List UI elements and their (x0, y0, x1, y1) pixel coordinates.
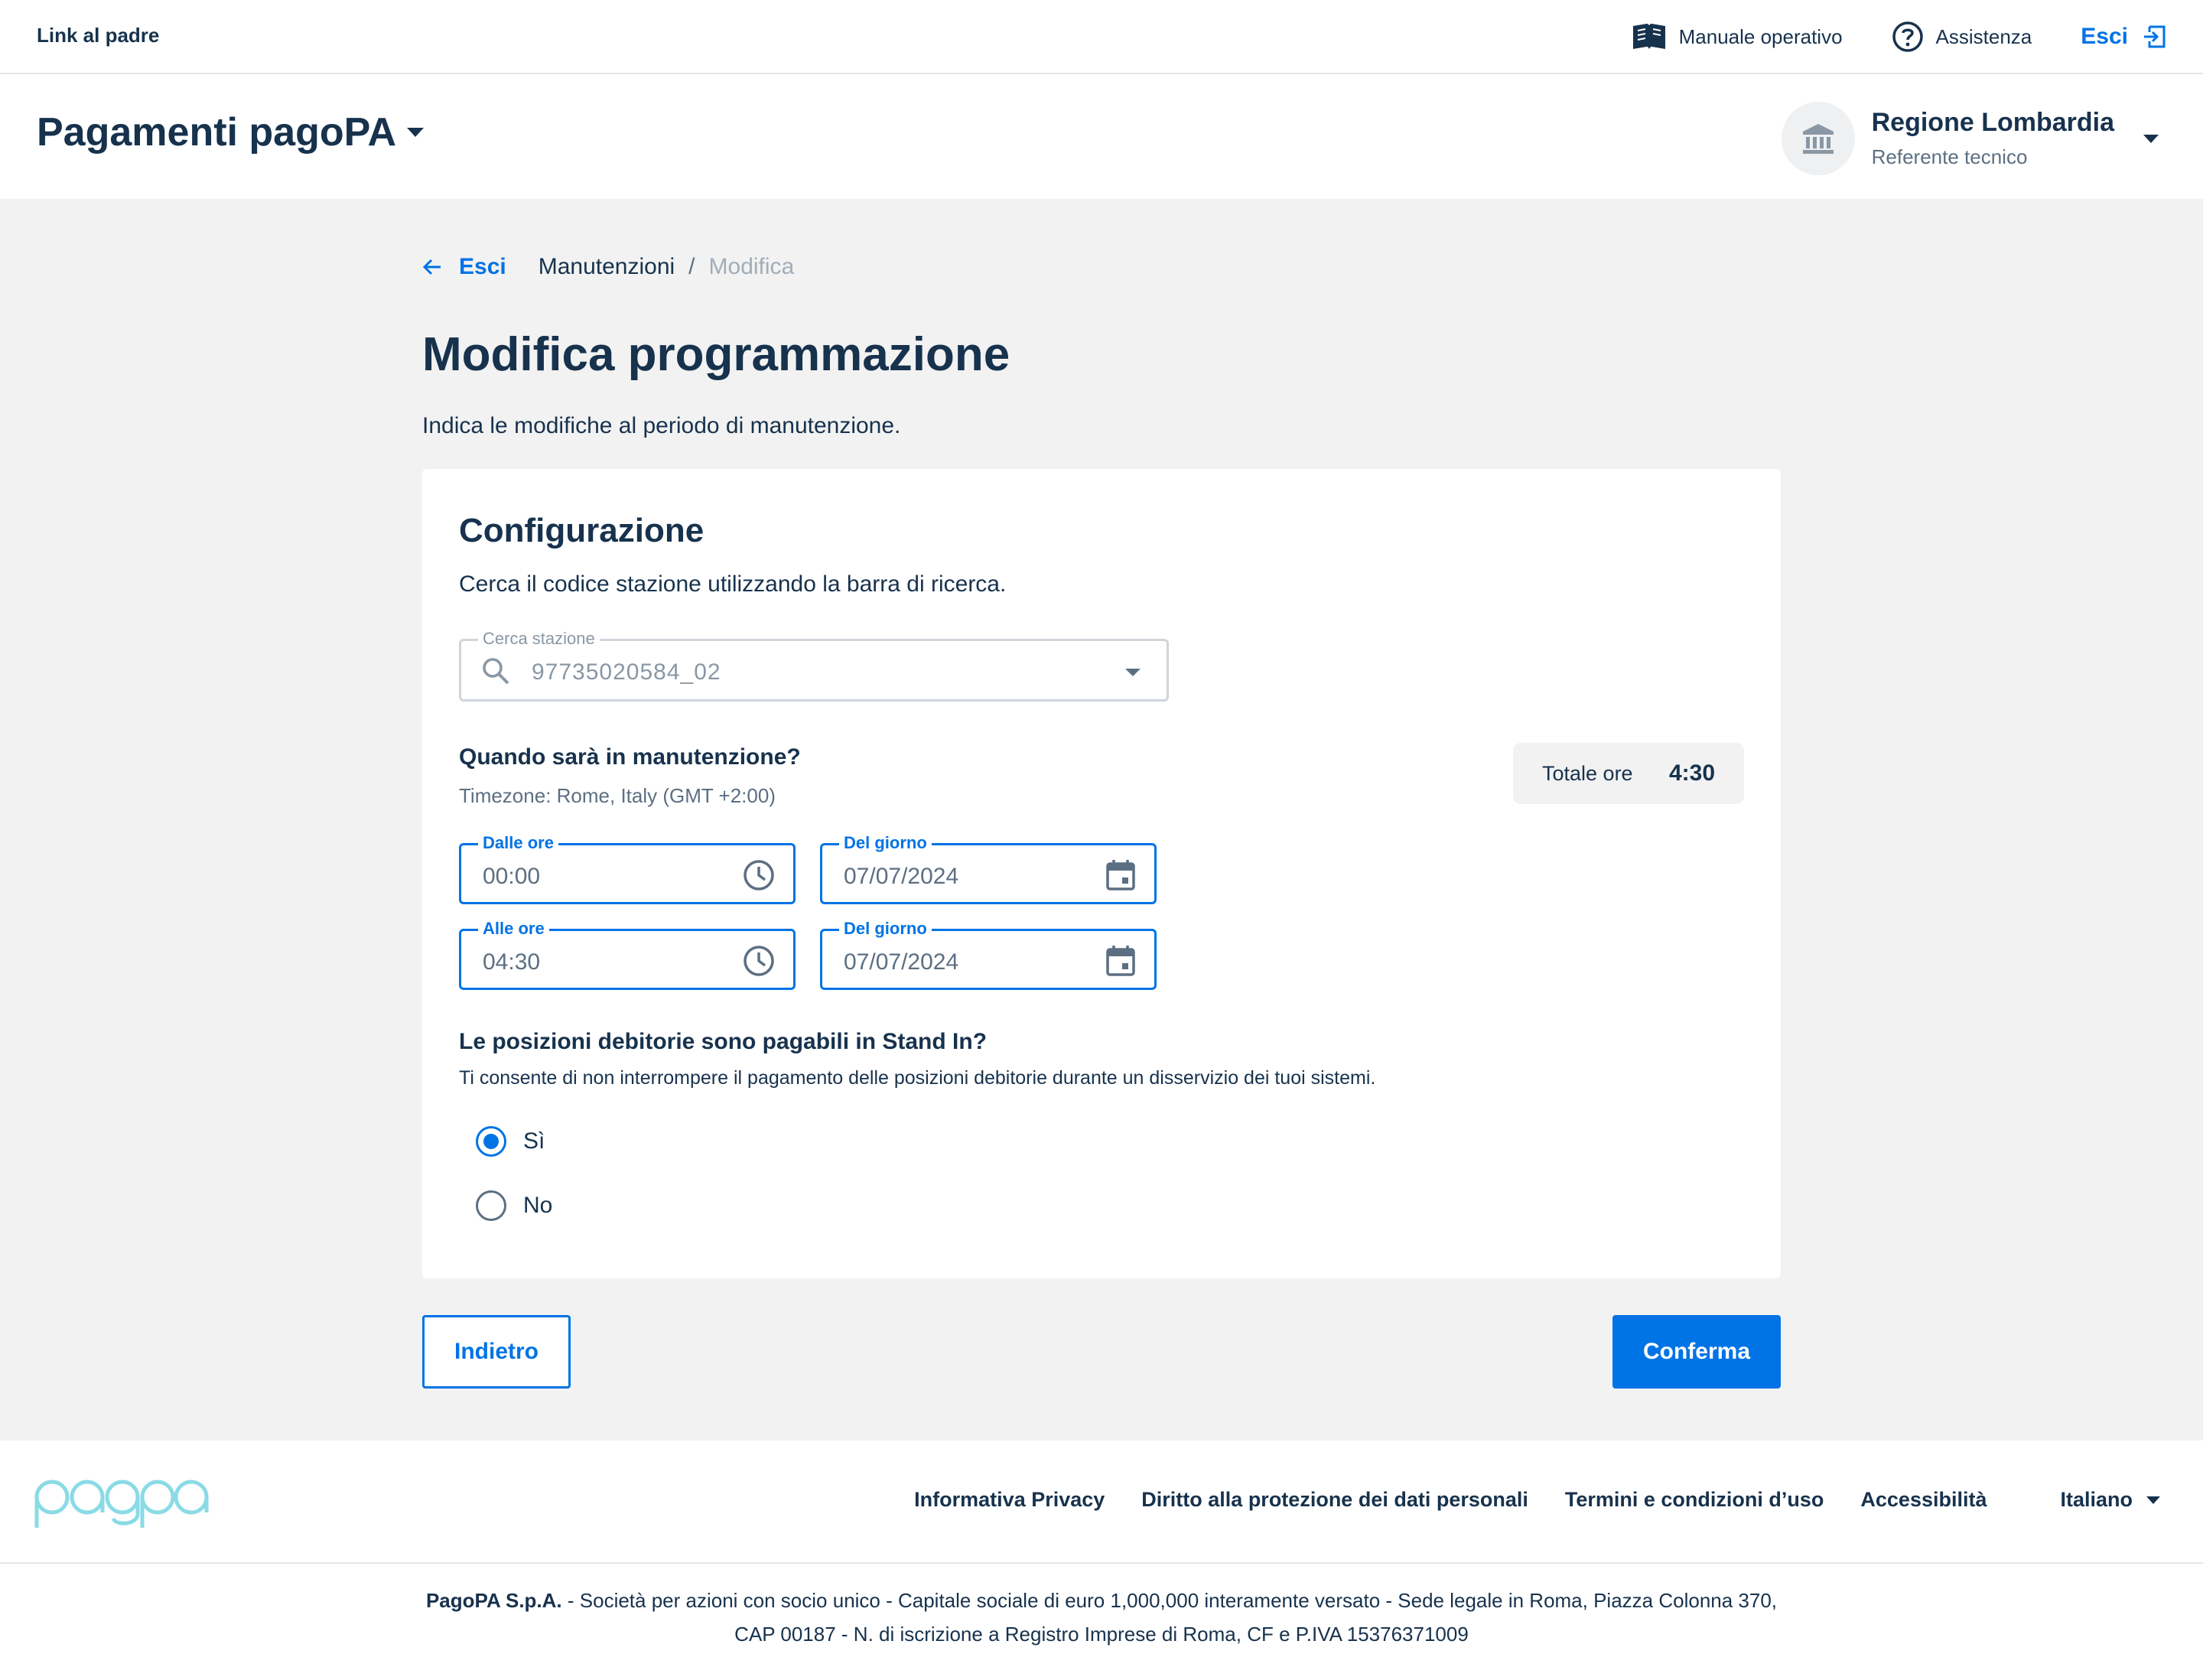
footer-link-privacy[interactable]: Informativa Privacy (914, 1488, 1105, 1512)
section-title: Configurazione (459, 512, 705, 549)
exit-label: Esci (2081, 24, 2128, 49)
end-date-label: Del giorno (839, 918, 932, 939)
parent-link[interactable]: Link al padre (37, 24, 159, 47)
exit-link[interactable]: Esci (2081, 24, 2166, 50)
footer-links: Informativa Privacy Diritto alla protezi… (877, 1488, 2160, 1512)
institution-avatar (1781, 102, 1855, 175)
top-bar-actions: Manuale operativo Assistenza Esci (1583, 21, 2166, 53)
product-header: Pagamenti pagoPA Regione Lombardia Refer… (0, 74, 2203, 199)
caret-down-icon (2143, 134, 2159, 143)
product-name: Pagamenti pagoPA (37, 110, 397, 155)
pagopa-logo[interactable] (34, 1476, 211, 1532)
page-subtitle: Indica le modifiche al periodo di manute… (422, 413, 901, 438)
institution-icon (1802, 124, 1834, 154)
radio-label-yes: Sì (523, 1128, 545, 1154)
start-date-label: Del giorno (839, 832, 932, 854)
breadcrumb-item-current: Modifica (708, 254, 795, 279)
legal-info: PagoPA S.p.A. - Società per azioni con s… (0, 1584, 2203, 1651)
calendar-icon[interactable] (1105, 859, 1136, 891)
language-label: Italiano (2060, 1488, 2133, 1511)
logout-icon (2144, 25, 2166, 48)
total-hours-label: Totale ore (1542, 761, 1633, 785)
breadcrumb-back-label: Esci (459, 254, 506, 279)
clock-icon[interactable] (743, 945, 775, 977)
calendar-icon[interactable] (1105, 945, 1136, 977)
confirm-button[interactable]: Conferma (1612, 1315, 1781, 1389)
radio-label-no: No (523, 1193, 553, 1218)
timezone-text: Timezone: Rome, Italy (GMT +2:00) (459, 784, 776, 807)
legal-line-1: PagoPA S.p.A. - Società per azioni con s… (0, 1584, 2203, 1617)
main-content: Esci Manutenzioni / Modifica Modifica pr… (0, 199, 2203, 1441)
page-title: Modifica programmazione (422, 328, 1010, 381)
language-selector[interactable]: Italiano (2023, 1488, 2160, 1512)
start-time-label: Dalle ore (478, 832, 558, 854)
search-icon (483, 658, 509, 685)
company-name: PagoPA S.p.A. (425, 1589, 562, 1612)
footer-link-terms[interactable]: Termini e condizioni d’uso (1565, 1488, 1824, 1512)
party-switcher[interactable]: Regione Lombardia Referente tecnico (1781, 102, 2159, 175)
manual-label: Manuale operativo (1678, 24, 1843, 48)
book-icon (1632, 24, 1665, 49)
configuration-card: Configurazione Cerca il codice stazione … (422, 469, 1781, 1278)
station-search-input[interactable]: Cerca stazione 97735020584_02 (459, 628, 1169, 702)
footer-link-data-protection[interactable]: Diritto alla protezione dei dati persona… (1141, 1488, 1528, 1512)
end-time-label: Alle ore (478, 918, 549, 939)
end-time-value: 04:30 (483, 949, 541, 975)
breadcrumb-back-button[interactable]: Esci (422, 254, 506, 280)
footer-link-accessibility[interactable]: Accessibilità (1860, 1488, 1987, 1512)
help-link[interactable]: Assistenza (1892, 21, 2032, 53)
dropdown-arrow-icon[interactable] (1125, 669, 1141, 676)
end-date-field[interactable]: Del giorno 07/07/2024 (820, 918, 1157, 990)
legal-line-2: CAP 00187 - N. di iscrizione a Registro … (734, 1623, 1469, 1646)
end-time-field[interactable]: Alle ore 04:30 (459, 918, 796, 990)
breadcrumb: Esci Manutenzioni / Modifica (422, 254, 794, 280)
start-date-field[interactable]: Del giorno 07/07/2024 (820, 832, 1157, 904)
help-label: Assistenza (1935, 24, 2032, 48)
total-hours-badge: Totale ore 4:30 (1513, 743, 1744, 804)
party-name: Regione Lombardia (1871, 108, 2114, 137)
clock-icon[interactable] (743, 859, 775, 891)
back-button[interactable]: Indietro (422, 1315, 571, 1389)
manual-link[interactable]: Manuale operativo (1632, 21, 1843, 52)
radio-option-no[interactable]: No (476, 1190, 552, 1221)
radio-option-yes[interactable]: Sì (476, 1126, 545, 1157)
arrow-left-icon (422, 259, 441, 275)
station-search-value: 97735020584_02 (532, 659, 721, 685)
radio-unchecked-icon[interactable] (476, 1190, 506, 1221)
total-hours-value: 4:30 (1668, 760, 1715, 786)
party-info: Regione Lombardia Referente tecnico (1872, 108, 2114, 169)
start-time-value: 00:00 (483, 864, 541, 889)
end-date-value: 07/07/2024 (844, 949, 959, 975)
standin-question: Le posizioni debitorie sono pagabili in … (459, 1029, 988, 1054)
caret-down-icon (2146, 1496, 2160, 1504)
section-description: Cerca il codice stazione utilizzando la … (459, 571, 1007, 597)
radio-checked-icon[interactable] (476, 1126, 506, 1157)
help-icon (1892, 21, 1923, 52)
product-switcher[interactable]: Pagamenti pagoPA (37, 109, 425, 155)
legal-text-1: - Società per azioni con socio unico - C… (561, 1589, 1778, 1612)
party-role: Referente tecnico (1871, 145, 2028, 168)
caret-down-icon (407, 128, 425, 137)
station-search-label: Cerca stazione (478, 628, 600, 650)
breadcrumb-separator: / (688, 254, 695, 279)
start-date-value: 07/07/2024 (844, 864, 959, 889)
footer: Informativa Privacy Diritto alla protezi… (0, 1441, 2203, 1564)
start-time-field[interactable]: Dalle ore 00:00 (459, 832, 796, 904)
breadcrumb-item-maintenance[interactable]: Manutenzioni (539, 254, 675, 280)
top-bar: Link al padre Manuale operativo Assisten… (0, 0, 2203, 74)
pagopa-logo-mark (34, 1480, 209, 1528)
maintenance-question: Quando sarà in manutenzione? (459, 744, 801, 770)
standin-description: Ti consente di non interrompere il pagam… (459, 1067, 1376, 1089)
